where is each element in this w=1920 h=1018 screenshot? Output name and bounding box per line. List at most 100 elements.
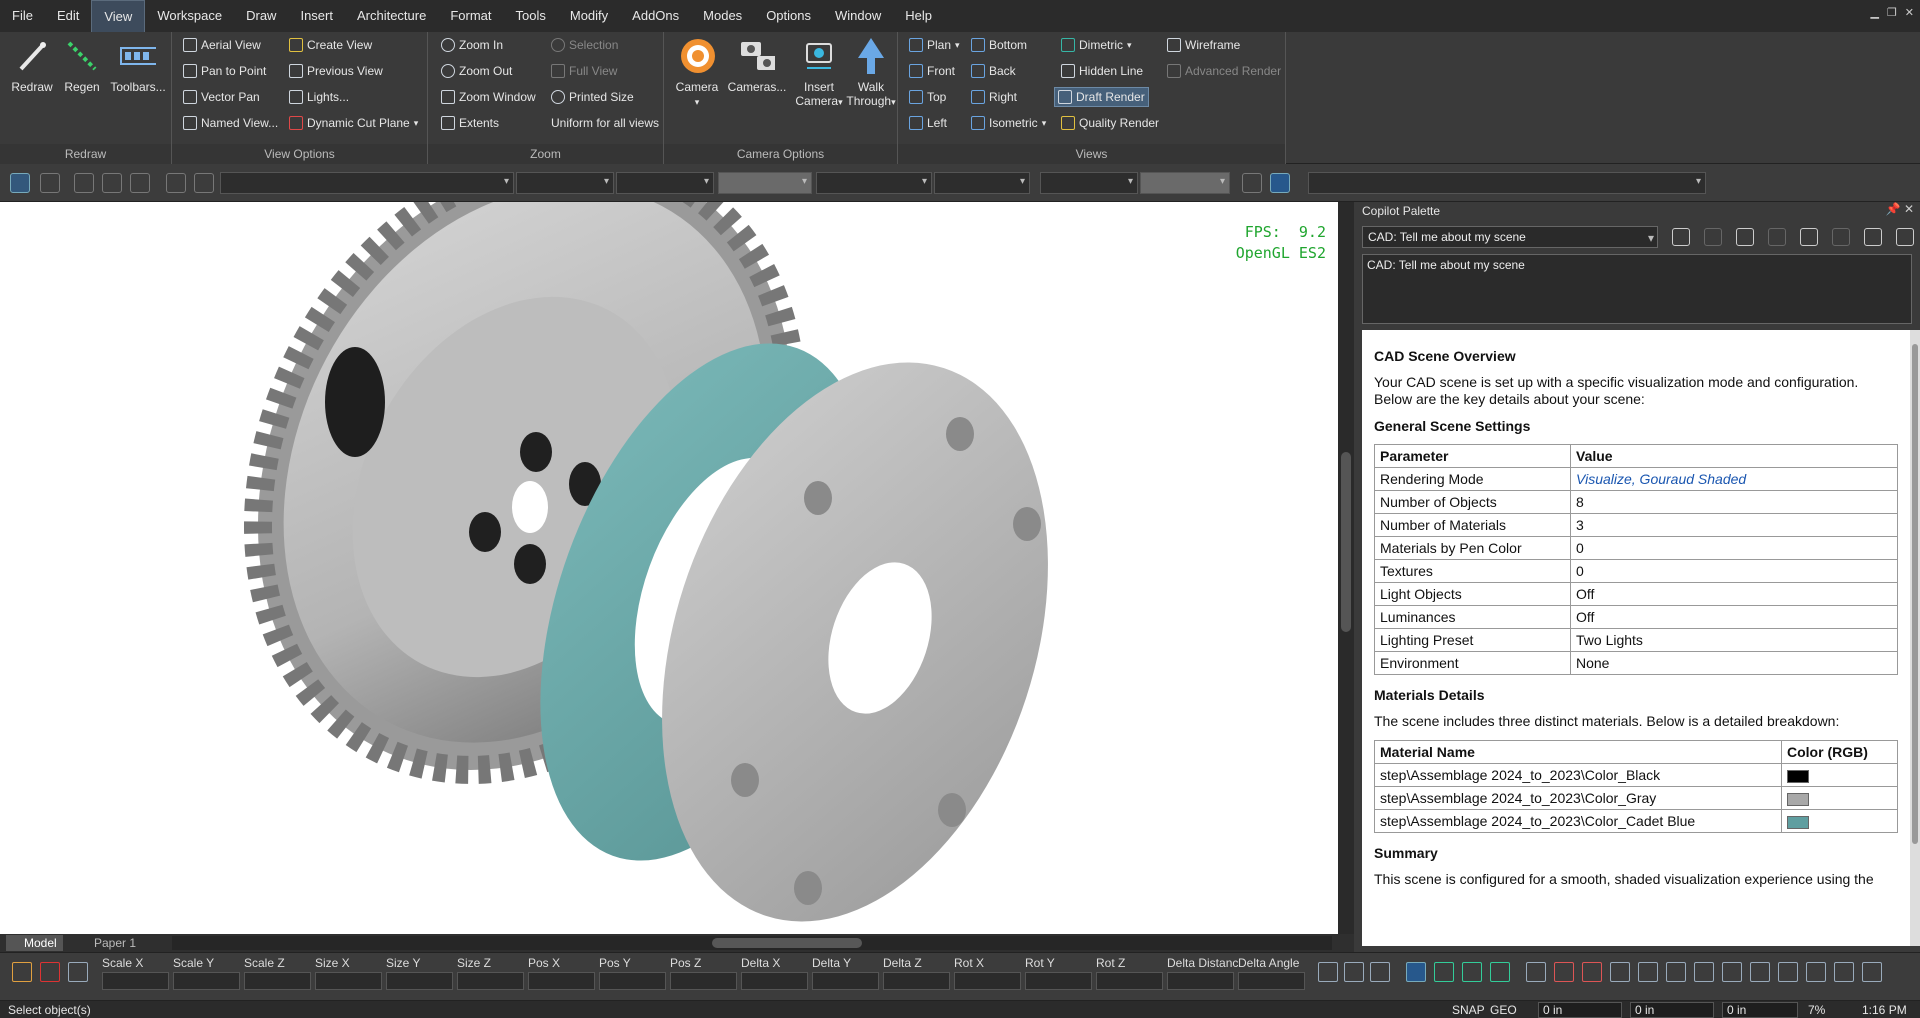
menu-edit[interactable]: Edit: [45, 0, 91, 32]
menu-modes[interactable]: Modes: [691, 0, 754, 32]
linetype-dropdown[interactable]: [616, 172, 714, 194]
bico-1[interactable]: [1318, 962, 1338, 982]
menu-format[interactable]: Format: [438, 0, 503, 32]
transform-field-input[interactable]: [102, 972, 169, 990]
redo-icon[interactable]: [102, 173, 122, 193]
close-icon[interactable]: ✕: [1905, 6, 1914, 19]
menu-view[interactable]: View: [91, 0, 146, 32]
menu-window[interactable]: Window: [823, 0, 893, 32]
vector-pan-button[interactable]: Vector Pan: [180, 87, 263, 107]
right-view-button[interactable]: Right: [968, 87, 1020, 107]
bico-2[interactable]: [1344, 962, 1364, 982]
menu-file[interactable]: File: [0, 0, 45, 32]
layer-dropdown[interactable]: [220, 172, 514, 194]
extents-button[interactable]: Extents: [438, 113, 502, 133]
advanced-render-button[interactable]: Advanced Render: [1164, 61, 1284, 81]
menu-options[interactable]: Options: [754, 0, 823, 32]
geo-toggle[interactable]: GEO: [1490, 1003, 1517, 1017]
lasso-icon[interactable]: [130, 173, 150, 193]
back-arrow-icon[interactable]: [1672, 228, 1690, 246]
bico-10[interactable]: [1582, 962, 1602, 982]
zoom-in-button[interactable]: Zoom In: [438, 35, 506, 55]
bico-14[interactable]: [1694, 962, 1714, 982]
uniform-all-views-button[interactable]: Uniform for all views: [548, 113, 662, 133]
plan-view-button[interactable]: Plan ▾: [906, 35, 963, 55]
create-view-button[interactable]: Create View: [286, 35, 375, 55]
bico-6[interactable]: [1462, 962, 1482, 982]
transform-field-input[interactable]: [386, 972, 453, 990]
pencil-icon[interactable]: [1242, 173, 1262, 193]
color-dropdown[interactable]: [516, 172, 614, 194]
named-view-button[interactable]: Named View...: [180, 113, 281, 133]
bico-3[interactable]: [1370, 962, 1390, 982]
transform-field-input[interactable]: [741, 972, 808, 990]
menu-help[interactable]: Help: [893, 0, 944, 32]
layer-manager-icon[interactable]: [194, 173, 214, 193]
magic-wand-icon[interactable]: [1832, 228, 1850, 246]
transform-field-input[interactable]: [244, 972, 311, 990]
minimize-icon[interactable]: ▁: [1870, 6, 1878, 19]
transform-field-input[interactable]: [670, 972, 737, 990]
viewport-horizontal-scrollbar[interactable]: [172, 936, 1332, 950]
left-view-button[interactable]: Left: [906, 113, 950, 133]
walk-through-button[interactable]: Walk Through▾: [844, 38, 898, 109]
transform-field-input[interactable]: [457, 972, 524, 990]
zoom-out-button[interactable]: Zoom Out: [438, 61, 515, 81]
transform-field-input[interactable]: [1167, 972, 1234, 990]
transform-field-input[interactable]: [1096, 972, 1163, 990]
coord-x-field[interactable]: 0 in: [1538, 1002, 1622, 1018]
snap-toggle[interactable]: SNAP: [1452, 1003, 1485, 1017]
hidden-line-button[interactable]: Hidden Line: [1058, 61, 1146, 81]
pen-dropdown[interactable]: [934, 172, 1030, 194]
insert-camera-button[interactable]: Insert Camera▾: [788, 38, 850, 109]
back-view-button[interactable]: Back: [968, 61, 1019, 81]
draft-render-button[interactable]: Draft Render: [1054, 87, 1149, 107]
wireframe-button[interactable]: Wireframe: [1164, 35, 1243, 55]
scroll-thumb[interactable]: [1912, 344, 1918, 844]
dimetric-view-button[interactable]: Dimetric ▾: [1058, 35, 1135, 55]
bico-9[interactable]: [1554, 962, 1574, 982]
zoom-window-button[interactable]: Zoom Window: [438, 87, 539, 107]
command-dropdown[interactable]: [1308, 172, 1706, 194]
magic-select-icon[interactable]: [12, 962, 32, 982]
scroll-thumb[interactable]: [712, 938, 862, 948]
dynamic-cut-plane-button[interactable]: Dynamic Cut Plane ▾: [286, 113, 421, 133]
menu-draw[interactable]: Draw: [234, 0, 288, 32]
lineweight-dropdown[interactable]: [718, 172, 812, 194]
tab-model[interactable]: Model: [6, 935, 63, 951]
pan-to-point-button[interactable]: Pan to Point: [180, 61, 269, 81]
quick-select-icon[interactable]: [40, 173, 60, 193]
printed-size-button[interactable]: Printed Size: [548, 87, 637, 107]
undo-icon[interactable]: [74, 173, 94, 193]
lights-button[interactable]: Lights...: [286, 87, 352, 107]
bico-18[interactable]: [1806, 962, 1826, 982]
front-view-button[interactable]: Front: [906, 61, 958, 81]
menu-workspace[interactable]: Workspace: [145, 0, 234, 32]
menu-architecture[interactable]: Architecture: [345, 0, 438, 32]
delete-icon[interactable]: [40, 962, 60, 982]
bico-15[interactable]: [1722, 962, 1742, 982]
home-icon[interactable]: [1800, 228, 1818, 246]
prompt-history-dropdown[interactable]: CAD: Tell me about my scene: [1362, 226, 1658, 248]
bico-16[interactable]: [1750, 962, 1770, 982]
bico-13[interactable]: [1666, 962, 1686, 982]
thickness-dropdown[interactable]: [1140, 172, 1230, 194]
pin-icon[interactable]: 📌: [1886, 202, 1901, 216]
full-view-button[interactable]: Full View: [548, 61, 620, 81]
transform-field-input[interactable]: [599, 972, 666, 990]
selection-button[interactable]: Selection: [548, 35, 621, 55]
prompt-input[interactable]: CAD: Tell me about my scene: [1362, 254, 1912, 324]
transform-field-input[interactable]: [1025, 972, 1092, 990]
bico-19[interactable]: [1834, 962, 1854, 982]
camera-button[interactable]: Camera ▾: [670, 38, 724, 109]
transform-field-input[interactable]: [173, 972, 240, 990]
bico-11[interactable]: [1610, 962, 1630, 982]
select-arrow-icon[interactable]: [10, 173, 30, 193]
tab-paper-1[interactable]: Paper 1: [76, 935, 142, 951]
bico-7[interactable]: [1490, 962, 1510, 982]
forward-arrow-icon[interactable]: [1704, 228, 1722, 246]
aerial-view-button[interactable]: Aerial View: [180, 35, 264, 55]
transform-field-input[interactable]: [1238, 972, 1305, 990]
drawing-viewport[interactable]: FPS: 9.2 OpenGL ES2: [0, 202, 1338, 934]
menu-insert[interactable]: Insert: [288, 0, 345, 32]
